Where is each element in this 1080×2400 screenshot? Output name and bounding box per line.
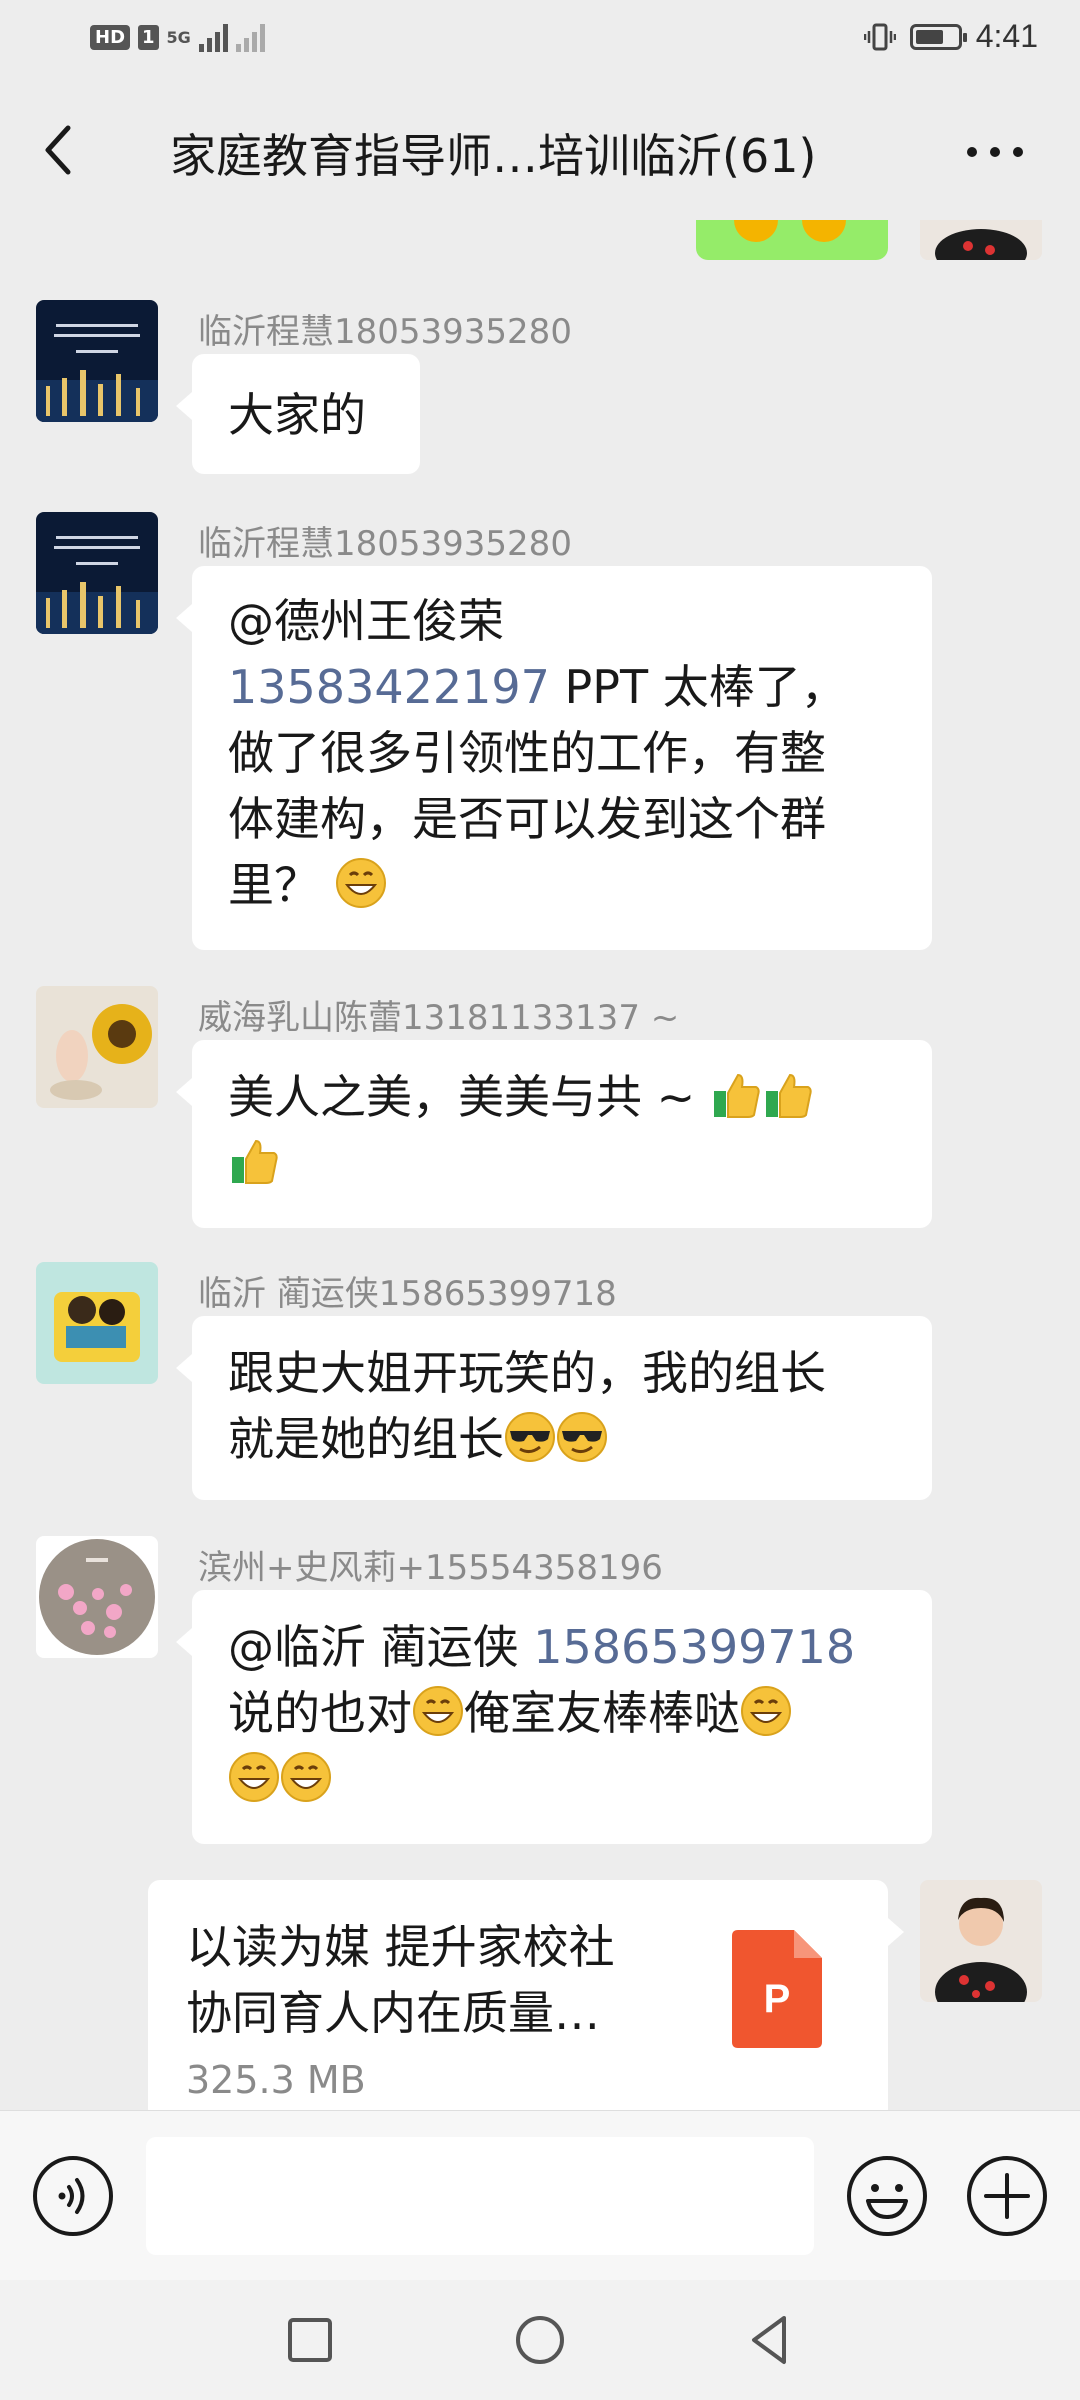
file-name: 以读为媒 提升家校社 协同育人内在质量… bbox=[186, 1920, 615, 2040]
phone-link[interactable]: 13583422197 bbox=[228, 660, 550, 714]
avatar[interactable] bbox=[36, 300, 158, 422]
sim-badge: 1 bbox=[138, 24, 159, 50]
grin-emoji-icon bbox=[413, 1686, 463, 1736]
message-text: 大家的 bbox=[228, 388, 366, 442]
sender-name: 滨州+史风莉+15554358196 bbox=[198, 1548, 663, 1588]
message-line: 13583422197 PPT 太棒了， bbox=[228, 660, 847, 714]
sender-name: 临沂程慧18053935280 bbox=[198, 312, 572, 352]
message-line: 里？ bbox=[228, 852, 896, 918]
sunglasses-emoji-icon bbox=[557, 1412, 607, 1462]
system-nav-bar bbox=[0, 2280, 1080, 2400]
sender-name: 临沂 蔺运侠15865399718 bbox=[198, 1274, 617, 1314]
thumbs-up-icon bbox=[713, 1073, 760, 1118]
emoji-icon[interactable] bbox=[846, 2155, 928, 2237]
message-line: 跟史大姐开玩笑的，我的组长 bbox=[228, 1346, 826, 1400]
battery-icon bbox=[909, 23, 967, 50]
thumbs-up-icon bbox=[232, 1139, 278, 1184]
more-icon[interactable] bbox=[960, 132, 1030, 172]
grin-emoji-icon bbox=[229, 1752, 279, 1802]
message-bubble[interactable]: @临沂 蔺运侠 15865399718 说的也对 俺室友棒棒哒 bbox=[176, 1590, 932, 1844]
chat-title: 家庭教育指导师…培训临沂(61) bbox=[170, 129, 817, 183]
message-line: @临沂 蔺运侠 15865399718 bbox=[228, 1614, 896, 1680]
self-avatar[interactable] bbox=[920, 220, 1042, 260]
signal-2-icon bbox=[235, 22, 265, 52]
message-input[interactable] bbox=[146, 2137, 814, 2255]
avatar[interactable] bbox=[36, 1262, 158, 1384]
mention-link[interactable]: @德州王俊荣 bbox=[228, 588, 896, 654]
message-line: 做了很多引领性的工作，有整 bbox=[228, 726, 826, 780]
thumbs-up-icon bbox=[765, 1073, 812, 1118]
clock: 4:41 bbox=[975, 18, 1038, 54]
sunglasses-emoji-icon bbox=[505, 1412, 555, 1462]
signal-icon bbox=[198, 22, 228, 52]
avatar[interactable] bbox=[36, 512, 158, 634]
signal-group: HD 1 5G bbox=[90, 22, 265, 52]
grin-emoji-icon bbox=[281, 1752, 331, 1802]
grin-emoji-icon bbox=[335, 858, 386, 908]
message-bubble[interactable]: 大家的 bbox=[176, 354, 420, 474]
message-bubble[interactable]: @德州王俊荣 13583422197 PPT 太棒了， 做了很多引领性的工作，有… bbox=[176, 566, 932, 950]
chat-header: 家庭教育指导师…培训临沂(61) bbox=[0, 80, 1080, 220]
home-icon[interactable] bbox=[510, 2310, 570, 2370]
file-message[interactable]: 以读为媒 提升家校社 协同育人内在质量… 325.3 MB P bbox=[148, 1880, 904, 2110]
plus-icon[interactable] bbox=[966, 2155, 1048, 2237]
avatar[interactable] bbox=[36, 986, 158, 1108]
recents-icon[interactable] bbox=[280, 2310, 340, 2370]
message-bubble[interactable]: 美人之美，美美与共 ~ bbox=[176, 1040, 932, 1228]
message-line: 就是她的组长 bbox=[228, 1406, 896, 1472]
self-avatar[interactable] bbox=[920, 1880, 1042, 2002]
voice-icon[interactable] bbox=[32, 2155, 114, 2237]
input-bar bbox=[0, 2110, 1080, 2281]
message-line: 体建构，是否可以发到这个群 bbox=[228, 792, 826, 846]
sender-name: 威海乳山陈蕾13181133137 ~ bbox=[198, 998, 680, 1038]
ppt-file-icon: P bbox=[732, 1930, 822, 2048]
status-right: 4:41 bbox=[863, 18, 1038, 55]
svg-text:P: P bbox=[764, 1977, 791, 2021]
message-text: 美人之美，美美与共 ~ bbox=[228, 1070, 710, 1124]
message-bubble[interactable]: 跟史大姐开玩笑的，我的组长 就是她的组长 bbox=[176, 1316, 932, 1500]
phone-link[interactable]: 15865399718 bbox=[533, 1620, 855, 1674]
avatar[interactable] bbox=[36, 1536, 158, 1658]
vibrate-icon bbox=[863, 23, 896, 50]
message-line: 说的也对 俺室友棒棒哒 bbox=[228, 1680, 896, 1746]
network-label: 5G bbox=[166, 27, 191, 47]
self-sticker-partial[interactable] bbox=[696, 220, 888, 260]
hd-badge: HD bbox=[90, 24, 131, 50]
status-bar: HD 1 5G 4:41 bbox=[0, 0, 1080, 80]
mention-link[interactable]: @临沂 蔺运侠 bbox=[228, 1620, 519, 1674]
message-list[interactable]: 临沂程慧18053935280 大家的 临沂程慧18053935280 @德州王… bbox=[0, 220, 1080, 2110]
file-size: 325.3 MB bbox=[186, 2058, 366, 2102]
grin-emoji-icon bbox=[741, 1686, 791, 1736]
sender-name: 临沂程慧18053935280 bbox=[198, 524, 572, 564]
nav-back-icon[interactable] bbox=[740, 2310, 800, 2370]
message-line bbox=[228, 1746, 896, 1812]
back-icon[interactable] bbox=[36, 122, 84, 178]
